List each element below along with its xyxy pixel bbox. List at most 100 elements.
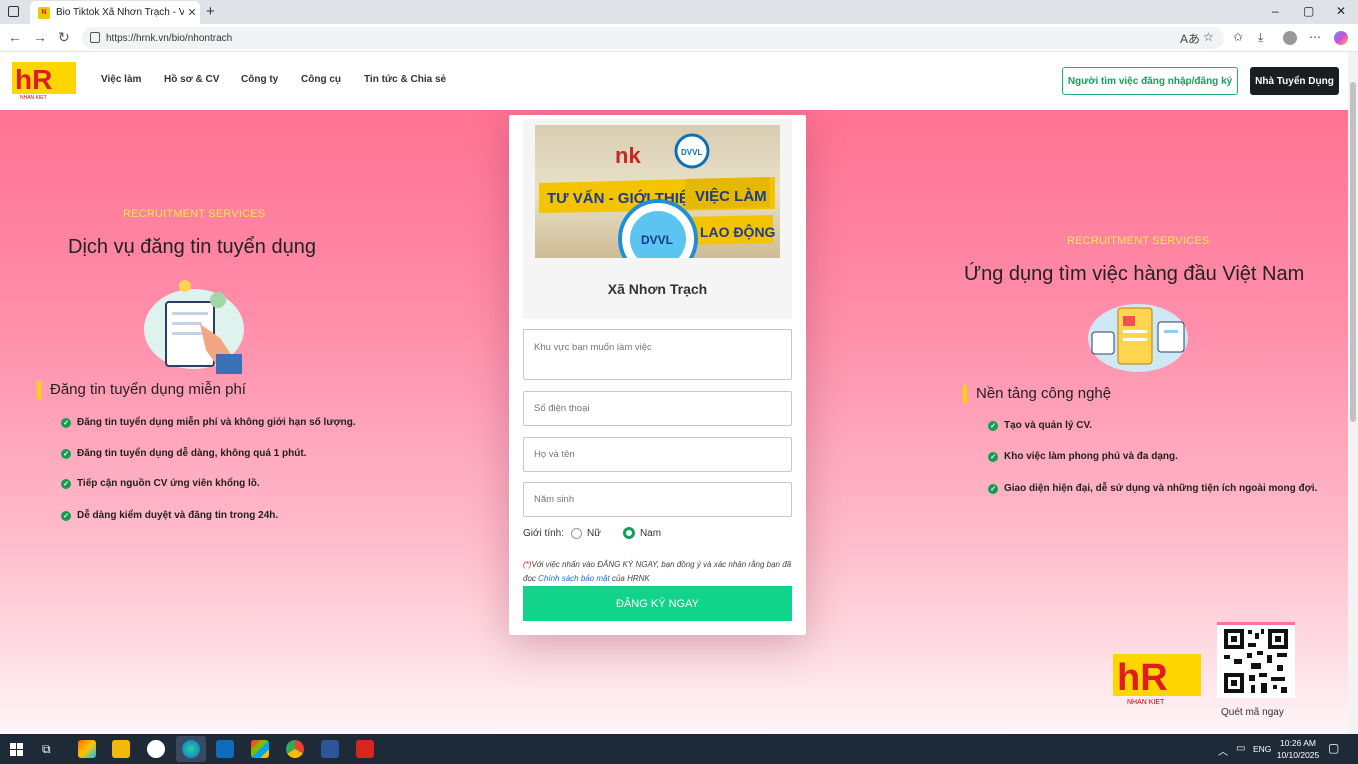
gender-female-radio[interactable] [571, 527, 583, 539]
new-tab-icon[interactable]: + [206, 3, 215, 20]
right-feature: ✓ Giao diện hiện đại, dễ sử dụng và những… [988, 483, 1317, 494]
svg-text:LAO ĐỘNG: LAO ĐỘNG [700, 223, 776, 240]
left-eyebrow: RECRUITMENT SERVICES [123, 208, 266, 220]
fullname-input[interactable] [523, 437, 792, 472]
right-eyebrow: RECRUITMENT SERVICES [1067, 235, 1210, 247]
copilot-icon[interactable] [1334, 31, 1348, 45]
back-icon[interactable]: ← [8, 29, 22, 45]
forward-icon[interactable]: → [33, 29, 47, 45]
check-icon: ✓ [61, 448, 71, 459]
post-job-illustration [144, 280, 244, 374]
acrobat-icon[interactable] [356, 740, 374, 758]
nav-cv[interactable]: Hồ sơ & CV [164, 74, 219, 85]
file-explorer-icon[interactable] [112, 740, 130, 758]
page-scrollbar[interactable] [1348, 52, 1358, 734]
svg-text:nk: nk [615, 143, 641, 168]
svg-text:hR: hR [1117, 657, 1168, 699]
favicon-icon: N [38, 6, 50, 19]
clock-date[interactable]: 10/10/2025 [1276, 750, 1320, 760]
edge-icon[interactable] [182, 740, 200, 758]
svg-text:NHAN KIET: NHAN KIET [20, 95, 47, 100]
employer-button[interactable]: Nhà Tuyển Dụng [1250, 67, 1339, 95]
qr-label: Quét mã ngay [1221, 707, 1284, 718]
main-section: RECRUITMENT SERVICES Dịch vụ đăng tin tu… [0, 110, 1348, 734]
profile-avatar[interactable] [1283, 31, 1297, 45]
privacy-policy-link[interactable]: Chính sách bảo mật [538, 574, 610, 583]
nav-tools[interactable]: Công cụ [301, 74, 341, 85]
svg-text:NHAN KIET: NHAN KIET [1127, 699, 1165, 706]
reload-icon[interactable]: ↻ [58, 29, 70, 46]
svg-text:DVVL: DVVL [641, 233, 673, 247]
birth-year-input[interactable] [523, 482, 792, 517]
nav-jobs[interactable]: Việc làm [101, 74, 141, 85]
nav-news[interactable]: Tin tức & Chia sẻ [364, 74, 446, 85]
gender-female-label[interactable]: Nữ [587, 528, 601, 539]
left-feature: ✓ Đăng tin tuyển dụng dễ dàng, không quá … [61, 448, 306, 459]
store-icon[interactable] [251, 740, 269, 758]
svg-text:hR: hR [15, 64, 52, 95]
right-title: Ứng dụng tìm việc hàng đầu Việt Nam [964, 263, 1305, 285]
banner-box: nk DVVL TƯ VẤN - GIỚI THIỆU VIỆC LÀM LAO… [523, 119, 792, 319]
more-icon[interactable]: ⋯ [1309, 30, 1321, 44]
close-window-icon[interactable]: ✕ [1336, 4, 1346, 18]
scrollbar-thumb[interactable] [1350, 82, 1356, 422]
site-info-icon[interactable] [90, 32, 100, 43]
downloads-icon[interactable]: ⤓ [1258, 30, 1263, 45]
zalo-icon[interactable] [147, 740, 165, 758]
registration-card: nk DVVL TƯ VẤN - GIỚI THIỆU VIỆC LÀM LAO… [509, 115, 806, 635]
close-tab-icon[interactable]: ✕ [184, 6, 200, 19]
commune-name: Xã Nhơn Trạch [607, 281, 708, 297]
outlook-icon[interactable] [216, 740, 234, 758]
left-feature: ✓ Đăng tin tuyển dụng miễn phí và không g… [61, 417, 356, 428]
windows-start-icon[interactable] [10, 743, 23, 756]
qr-code[interactable] [1217, 622, 1295, 698]
tray-chevron-icon[interactable]: ︿ [1218, 743, 1228, 758]
word-icon[interactable] [321, 740, 339, 758]
gender-male-radio[interactable] [622, 527, 635, 539]
left-subtitle: Đăng tin tuyển dụng miễn phí [37, 381, 246, 399]
left-title: Dịch vụ đăng tin tuyển dụng [68, 236, 316, 258]
right-feature: ✓ Tạo và quản lý CV. [988, 420, 1092, 431]
right-feature: ✓ Kho việc làm phong phú và đa dạng. [988, 451, 1178, 462]
banner-image: nk DVVL TƯ VẤN - GIỚI THIỆU VIỆC LÀM LAO… [535, 125, 780, 258]
nav-companies[interactable]: Công ty [241, 74, 278, 85]
minimize-icon[interactable]: – [1272, 4, 1279, 18]
check-icon: ✓ [988, 420, 998, 431]
check-icon: ✓ [988, 483, 998, 494]
seeker-login-button[interactable]: Người tìm việc đăng nhập/đăng ký [1062, 67, 1238, 95]
left-feature: ✓ Tiếp cận nguồn CV ứng viên khổng lồ. [61, 478, 260, 489]
language-indicator[interactable]: ENG [1253, 744, 1271, 754]
register-now-button[interactable]: ĐĂNG KÝ NGAY [523, 586, 792, 621]
check-icon: ✓ [61, 510, 71, 521]
tab-title: Bio Tiktok Xã Nhơn Trạch - Việc là [56, 7, 184, 18]
browser-tab[interactable]: N Bio Tiktok Xã Nhơn Trạch - Việc là ✕ [30, 1, 200, 24]
clock-time[interactable]: 10:26 AM [1276, 738, 1320, 748]
hrnk-logo[interactable]: hR NHAN KIET [12, 62, 76, 100]
work-area-input[interactable] [523, 329, 792, 380]
maximize-icon[interactable]: ▢ [1303, 4, 1314, 18]
favorite-star-icon[interactable]: ☆ [1203, 30, 1214, 44]
windows-taskbar: ⧉ ︿ ▭ ENG 10:26 AM 10/10/2025 ▢ [0, 734, 1358, 764]
read-aloud-icon[interactable]: Aあ [1180, 30, 1200, 47]
chrome-icon[interactable] [286, 740, 304, 758]
site-header: hR NHAN KIET Việc làm Hồ sơ & CV Công ty… [0, 52, 1358, 110]
svg-text:DVVL: DVVL [681, 148, 702, 157]
url-text: https://hrnk.vn/bio/nhontrach [106, 32, 233, 44]
network-icon[interactable]: ▭ [1236, 743, 1245, 754]
favorites-icon[interactable]: ✩ [1233, 30, 1243, 44]
check-icon: ✓ [61, 417, 71, 428]
task-view-icon[interactable]: ⧉ [42, 742, 60, 760]
right-subtitle: Nền tảng công nghệ [963, 385, 1111, 403]
address-bar-row: ← → ↻ https://hrnk.vn/bio/nhontrach Aあ ☆… [0, 24, 1358, 52]
notifications-icon[interactable]: ▢ [1328, 741, 1339, 755]
check-icon: ✓ [988, 451, 998, 462]
hrnk-footer-logo: hR NHAN KIET [1113, 654, 1201, 706]
phone-input[interactable] [523, 391, 792, 426]
gender-male-label[interactable]: Nam [640, 528, 661, 539]
copilot-taskbar-icon[interactable] [78, 740, 96, 758]
gender-group: Giới tính: Nữ Nam [523, 527, 661, 539]
gender-label: Giới tính: [523, 527, 565, 539]
policy-note: (*)Với việc nhấn vào ĐĂNG KÝ NGAY, bạn đ… [523, 560, 792, 583]
tab-actions-icon[interactable] [8, 6, 19, 17]
url-field[interactable]: https://hrnk.vn/bio/nhontrach [82, 27, 1224, 49]
